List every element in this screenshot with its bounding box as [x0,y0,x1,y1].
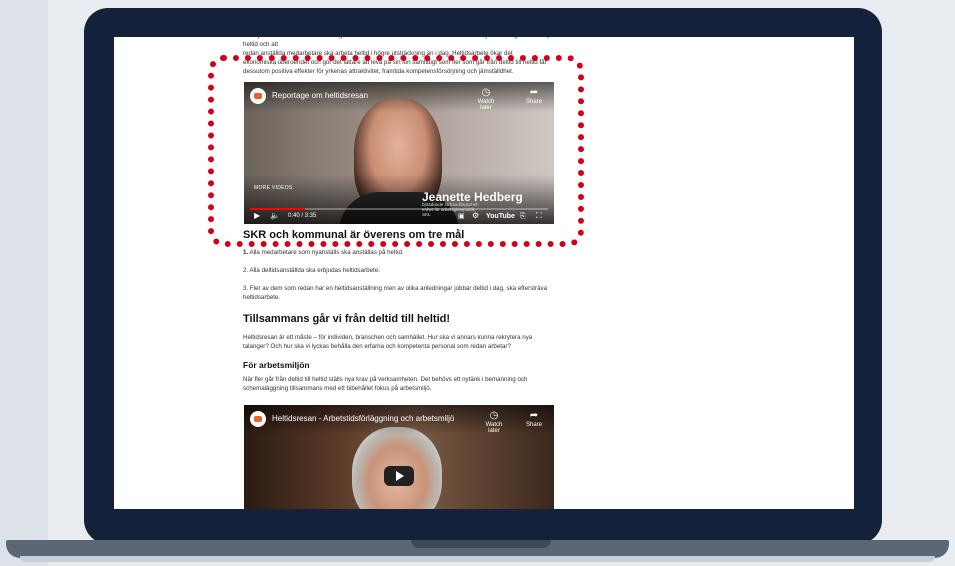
share-icon: ➦ [529,410,539,421]
clock-icon: ◷ [489,410,499,421]
laptop-shadow [20,556,935,562]
laptop-notch [411,540,551,548]
paragraph-together: Heltidsresan är ett måste – för individe… [243,334,533,350]
goal-text: Alla deltidsanställda ska erbjudas helti… [248,267,380,274]
paragraph-work-environment: När fler går från deltid till heltid stä… [243,376,528,392]
intro-line: Våra jämställdhetsmålen är en viktig del… [243,37,554,48]
background-panel [0,0,48,566]
watch-later-label: Watch later [485,422,503,434]
goal-text: Fler av dem som redan har en heltidsanst… [243,285,548,301]
goal-item: 3. Fler av dem som redan har en heltidsa… [243,284,555,302]
video-title[interactable]: Heltidsresan - Arbetstidsförläggning och… [272,414,454,423]
play-button[interactable] [384,466,414,486]
heading-work-environment: För arbetsmiljön [243,360,310,370]
channel-logo-icon[interactable] [250,411,266,427]
share-button[interactable]: ➦ Share [520,410,548,428]
goal-item: 2. Alla deltidsanställda ska erbjudas he… [243,266,555,275]
share-label: Share [525,422,542,428]
goal-item: 1. Alla medarbetare som nyanställs ska a… [243,248,555,257]
heading-together: Tillsammans går vi från deltid till helt… [243,313,451,325]
goal-text: Alla medarbetare som nyanställs ska anst… [248,249,404,256]
highlight-dotted-frame [208,55,584,247]
watch-later-button[interactable]: ◷ Watch later [480,410,508,434]
video-player-arbetsmiljo[interactable]: Heltidsresan - Arbetstidsförläggning och… [244,405,554,509]
